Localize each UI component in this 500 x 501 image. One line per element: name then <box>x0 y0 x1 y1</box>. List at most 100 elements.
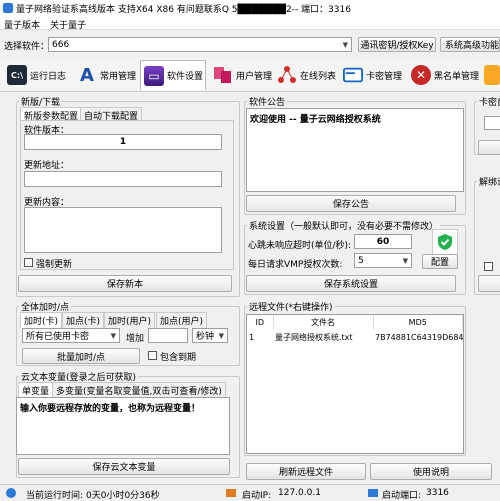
port-label: 启动端口: <box>382 491 422 501</box>
chevron-down-icon: ▼ <box>218 331 224 340</box>
tab-add-points-card[interactable]: 加点(卡) <box>62 312 105 328</box>
ip-value: 127.0.0.1 <box>278 488 321 498</box>
cell-md5: 7B74881C64319D684AEB... <box>375 333 463 342</box>
tab-multi-var[interactable]: 多变量(变量名取变量值,双击可查看/修改) <box>52 382 226 398</box>
unbind-save-button[interactable] <box>478 275 500 292</box>
users-icon <box>213 65 233 85</box>
tab-user-manage-label: 用户管理 <box>236 71 273 82</box>
card-auto-button[interactable] <box>478 140 500 155</box>
force-update-label: 强制更新 <box>36 260 73 270</box>
comm-key-button[interactable]: 通讯密钥/授权Key <box>358 37 436 52</box>
tab-add-time-card[interactable]: 加时(卡) <box>20 312 63 328</box>
remote-files-group-title: 远程文件(*右键操作) <box>247 300 335 313</box>
tab-online-list-label: 在线列表 <box>300 71 337 82</box>
table-row[interactable]: 1 量子网络授权系统.txt 7B74881C64319D684AEB... <box>247 330 463 345</box>
software-select[interactable]: 666 ▼ <box>48 37 352 52</box>
tab-run-log-label: 运行日志 <box>30 71 67 82</box>
save-notice-button[interactable]: 保存公告 <box>246 195 456 212</box>
software-select-row: 选择软件： 666 ▼ 通讯密钥/授权Key 系统高级功能复 <box>0 34 500 54</box>
unbind-checkbox[interactable] <box>484 262 493 271</box>
version-input[interactable]: 1 <box>24 134 222 150</box>
force-update-checkbox[interactable] <box>24 258 33 267</box>
vmp-auth-label: 每日请求VMP授权次数: <box>248 260 343 270</box>
column-header-filename[interactable]: 文件名 <box>273 315 374 330</box>
ip-label: 启动IP: <box>242 491 272 501</box>
update-content-textarea[interactable] <box>24 207 222 253</box>
chevron-down-icon: ▼ <box>110 331 116 340</box>
card-icon <box>343 65 363 85</box>
software-select-value: 666 <box>52 39 70 50</box>
include-expired-label: 包含到期 <box>160 353 197 363</box>
help-button[interactable]: 使用说明 <box>370 463 492 480</box>
notice-group-title: 软件公告 <box>247 95 288 108</box>
tab-user-manage[interactable]: 用户管理 <box>210 60 274 90</box>
shield-check-icon <box>432 229 458 255</box>
column-header-md5[interactable]: MD5 <box>373 315 463 330</box>
card-auto-input[interactable] <box>484 116 500 130</box>
toolbar: C:\ 运行日志 A 常用管理 ▭ 软件设置 用户管理 在线列表 卡密管理 ✕ … <box>0 58 500 92</box>
save-version-button[interactable]: 保存新本 <box>18 275 232 292</box>
tab-common-manage[interactable]: A 常用管理 <box>74 60 140 90</box>
port-value: 3316 <box>426 488 449 498</box>
time-unit-value: 秒钟 <box>196 332 215 342</box>
software-label: 选择软件： <box>4 42 50 52</box>
terminal-icon: C:\ <box>7 65 27 85</box>
save-cloud-var-button[interactable]: 保存云文本变量 <box>18 458 230 475</box>
status-bar: 当前运行时间: 0天0小时0分36秒 启动IP: 127.0.0.1 启动端口:… <box>0 484 500 501</box>
config-button[interactable]: 配置 <box>422 254 458 269</box>
tab-run-log[interactable]: C:\ 运行日志 <box>4 60 70 90</box>
tab-software-settings-label: 软件设置 <box>167 72 204 82</box>
update-url-input[interactable] <box>24 171 222 187</box>
tab-blacklist[interactable]: ✕ 黑名单管理 <box>408 60 480 90</box>
card-scope-select[interactable]: 所有已使用卡密 ▼ <box>22 328 120 343</box>
runtime-value: 0天0小时0分36秒 <box>86 491 160 501</box>
app-icon <box>3 3 13 13</box>
a-logo-icon: A <box>80 64 94 86</box>
menu-bar: 量子版本 关于量子 <box>0 16 500 31</box>
heartbeat-timeout-label: 心跳未响应超时(单位/秒): <box>248 241 352 251</box>
title-bar: 量子网络验证系高线版本 支持X64 X86 有问题联系Q 5███████2--… <box>0 0 500 16</box>
include-expired-checkbox[interactable] <box>148 351 157 360</box>
tab-card-manage[interactable]: 卡密管理 <box>340 60 406 90</box>
add-amount-input[interactable] <box>148 328 188 343</box>
time-unit-select[interactable]: 秒钟 ▼ <box>192 328 228 343</box>
menu-item-version[interactable]: 量子版本 <box>4 18 40 31</box>
chevron-down-icon: ▼ <box>402 256 408 265</box>
vmp-auth-value: 5 <box>358 255 364 266</box>
port-icon <box>368 489 378 497</box>
refresh-files-button[interactable]: 刷新远程文件 <box>246 463 366 480</box>
batch-add-button[interactable]: 批量加时/点 <box>22 348 140 364</box>
tab-single-var[interactable]: 单变量 <box>18 382 54 398</box>
toolbar-overflow-item[interactable] <box>484 60 500 90</box>
block-icon: ✕ <box>411 65 431 85</box>
tab-online-list[interactable]: 在线列表 <box>274 60 338 90</box>
settings-group-title: 系统设置（一般默认即可，没有必要不需修改） <box>247 219 441 232</box>
add-label: 增加 <box>126 334 145 344</box>
tab-blacklist-label: 黑名单管理 <box>434 71 480 82</box>
vmp-auth-select[interactable]: 5 ▼ <box>354 253 412 268</box>
unbind-group-title: 解绑设 <box>477 175 500 188</box>
tab-add-time-user[interactable]: 加时(用户) <box>104 312 156 328</box>
advanced-functions-button[interactable]: 系统高级功能复 <box>440 37 500 52</box>
card-auto-group-title: 卡密自 <box>477 95 500 108</box>
remote-files-table[interactable]: ID 文件名 MD5 1 量子网络授权系统.txt 7B74881C64319D… <box>246 314 464 454</box>
update-url-label: 更新地址： <box>24 161 70 171</box>
heartbeat-timeout-input[interactable]: 60 <box>354 234 412 249</box>
table-header: ID 文件名 MD5 <box>247 315 463 330</box>
column-header-id[interactable]: ID <box>247 315 274 330</box>
card-scope-value: 所有已使用卡密 <box>26 332 90 342</box>
ip-icon <box>226 489 236 497</box>
cloud-var-textarea[interactable]: 输入你要远程存放的变量，也称为远程变量！ <box>16 397 230 455</box>
runtime-label: 当前运行时间: <box>26 491 84 501</box>
tab-add-points-user[interactable]: 加点(用户) <box>156 312 208 328</box>
menu-item-about[interactable]: 关于量子 <box>50 18 86 31</box>
cell-id: 1 <box>249 333 255 342</box>
tab-software-settings[interactable]: ▭ 软件设置 <box>140 60 206 90</box>
cell-filename: 量子网络授权系统.txt <box>275 333 353 342</box>
monitor-icon: ▭ <box>144 65 164 86</box>
save-settings-button[interactable]: 保存系统设置 <box>246 275 456 292</box>
notice-textarea[interactable]: 欢迎使用 -- 量子云网络授权系统 <box>246 108 464 192</box>
chevron-down-icon: ▼ <box>342 40 348 49</box>
clock-icon <box>6 488 16 498</box>
network-icon <box>277 65 297 85</box>
